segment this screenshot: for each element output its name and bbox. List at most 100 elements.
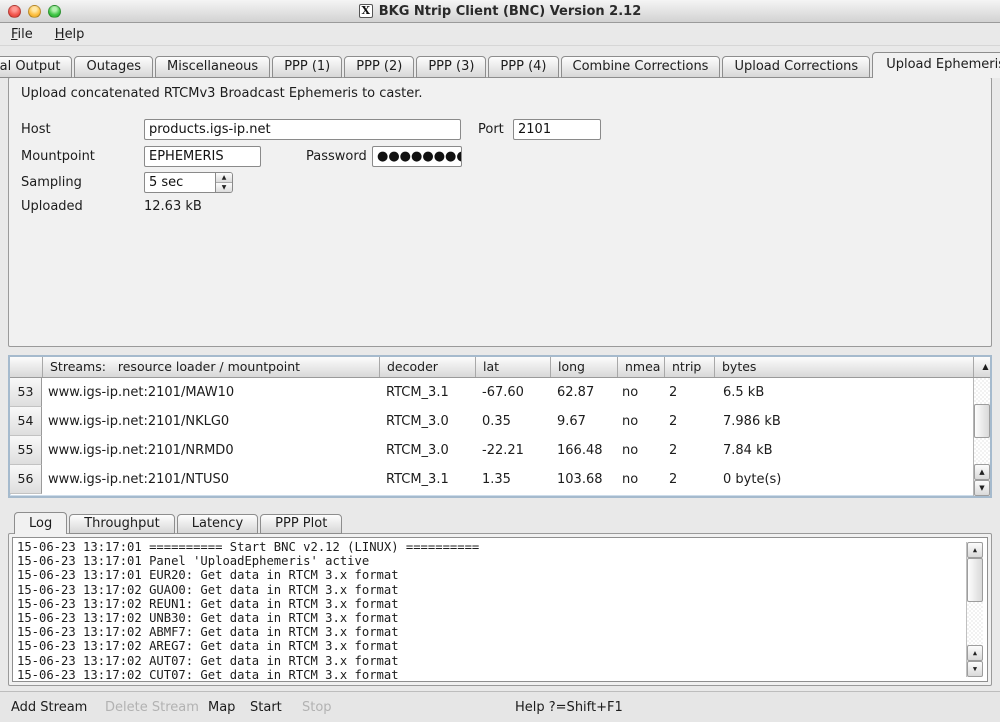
sampling-input[interactable] bbox=[144, 172, 216, 193]
cell-lat[interactable]: 1.35 bbox=[475, 472, 550, 487]
scrollbar-thumb[interactable] bbox=[974, 404, 990, 438]
menu-file[interactable]: File bbox=[11, 27, 33, 42]
log-line: 15-06-23 13:17:02 GUAO0: Get data in RTC… bbox=[17, 583, 987, 597]
log-output[interactable]: 15-06-23 13:17:01 ========== Start BNC v… bbox=[12, 537, 988, 682]
password-input[interactable]: ●●●●●●●● bbox=[372, 146, 462, 167]
cell-mountpoint[interactable]: www.igs-ip.net:2101/NRMD0 bbox=[42, 443, 379, 458]
tab-ppp-plot[interactable]: PPP Plot bbox=[260, 514, 342, 534]
header-streams[interactable]: Streams: resource loader / mountpoint bbox=[42, 357, 379, 377]
cell-mountpoint[interactable]: www.igs-ip.net:2101/NKLG0 bbox=[42, 414, 379, 429]
cell-bytes[interactable]: 0 byte(s) bbox=[714, 472, 990, 487]
tab-ppp-1[interactable]: PPP (1) bbox=[272, 56, 342, 78]
log-line: 15-06-23 13:17:02 AREG7: Get data in RTC… bbox=[17, 639, 987, 653]
spin-up-icon[interactable]: ▲ bbox=[216, 173, 232, 183]
cell-decoder[interactable]: RTCM_3.0 bbox=[379, 443, 475, 458]
table-row: 56 www.igs-ip.net:2101/NTUS0 RTCM_3.1 1.… bbox=[10, 465, 990, 494]
row-number[interactable]: 54 bbox=[10, 407, 42, 436]
cell-lat[interactable]: -67.60 bbox=[475, 385, 550, 400]
window-title: BKG Ntrip Client (BNC) Version 2.12 bbox=[379, 4, 642, 19]
header-decoder[interactable]: decoder bbox=[379, 357, 475, 377]
tab-miscellaneous[interactable]: Miscellaneous bbox=[155, 56, 270, 78]
scroll-down-icon[interactable]: ▼ bbox=[974, 480, 990, 496]
map-button[interactable]: Map bbox=[208, 700, 235, 715]
tab-upload-corrections[interactable]: Upload Corrections bbox=[722, 56, 870, 78]
host-input[interactable] bbox=[144, 119, 461, 140]
close-button[interactable] bbox=[8, 5, 21, 18]
scroll-up-icon[interactable]: ▲ bbox=[967, 542, 983, 558]
scrollbar-thumb[interactable] bbox=[967, 558, 983, 602]
tab-combine-corrections[interactable]: Combine Corrections bbox=[561, 56, 721, 78]
minimize-button[interactable] bbox=[28, 5, 41, 18]
window-titlebar: X BKG Ntrip Client (BNC) Version 2.12 bbox=[0, 0, 1000, 23]
header-bytes[interactable]: bytes bbox=[714, 357, 973, 377]
tab-ppp-3[interactable]: PPP (3) bbox=[416, 56, 486, 78]
tab-ppp-4[interactable]: PPP (4) bbox=[488, 56, 558, 78]
cell-ntrip[interactable]: 2 bbox=[664, 472, 714, 487]
cell-ntrip[interactable]: 2 bbox=[664, 443, 714, 458]
cell-lat[interactable]: -22.21 bbox=[475, 443, 550, 458]
log-line: 15-06-23 13:17:01 EUR20: Get data in RTC… bbox=[17, 568, 987, 582]
cell-long[interactable]: 103.68 bbox=[550, 472, 617, 487]
cell-long[interactable]: 62.87 bbox=[550, 385, 617, 400]
menu-help[interactable]: Help bbox=[55, 27, 85, 42]
header-lat[interactable]: lat bbox=[475, 357, 550, 377]
cell-nmea[interactable]: no bbox=[617, 443, 664, 458]
scroll-up-icon[interactable]: ▲ bbox=[967, 645, 983, 661]
header-nmea[interactable]: nmea bbox=[617, 357, 664, 377]
cell-bytes[interactable]: 7.986 kB bbox=[714, 414, 990, 429]
cell-decoder[interactable]: RTCM_3.1 bbox=[379, 385, 475, 400]
password-label: Password bbox=[306, 149, 367, 164]
mountpoint-input[interactable] bbox=[144, 146, 261, 167]
panel-description: Upload concatenated RTCMv3 Broadcast Eph… bbox=[21, 86, 423, 101]
tab-ppp-2[interactable]: PPP (2) bbox=[344, 56, 414, 78]
log-vertical-scrollbar[interactable]: ▲ ▲ ▼ bbox=[966, 542, 983, 677]
header-long[interactable]: long bbox=[550, 357, 617, 377]
cell-bytes[interactable]: 6.5 kB bbox=[714, 385, 990, 400]
cell-nmea[interactable]: no bbox=[617, 414, 664, 429]
log-line: 15-06-23 13:17:01 Panel 'UploadEphemeris… bbox=[17, 554, 987, 568]
cell-ntrip[interactable]: 2 bbox=[664, 414, 714, 429]
upload-ephemeris-panel: Upload concatenated RTCMv3 Broadcast Eph… bbox=[8, 77, 992, 347]
table-vertical-scrollbar[interactable]: ▲ ▼ bbox=[973, 378, 990, 496]
delete-stream-button[interactable]: Delete Stream bbox=[105, 700, 199, 715]
scroll-up-icon[interactable]: ▲ bbox=[974, 464, 990, 480]
start-button[interactable]: Start bbox=[250, 700, 282, 715]
mountpoint-label: Mountpoint bbox=[21, 149, 95, 164]
cell-long[interactable]: 166.48 bbox=[550, 443, 617, 458]
cell-long[interactable]: 9.67 bbox=[550, 414, 617, 429]
cell-mountpoint[interactable]: www.igs-ip.net:2101/MAW10 bbox=[42, 385, 379, 400]
port-input[interactable] bbox=[513, 119, 601, 140]
cell-ntrip[interactable]: 2 bbox=[664, 385, 714, 400]
help-shortcut-label: Help ?=Shift+F1 bbox=[515, 700, 623, 715]
table-row: 53 www.igs-ip.net:2101/MAW10 RTCM_3.1 -6… bbox=[10, 378, 990, 407]
row-number[interactable]: 55 bbox=[10, 436, 42, 465]
add-stream-button[interactable]: Add Stream bbox=[11, 700, 87, 715]
port-label: Port bbox=[478, 122, 504, 137]
stop-button[interactable]: Stop bbox=[302, 700, 332, 715]
tab-latency[interactable]: Latency bbox=[177, 514, 258, 534]
cell-nmea[interactable]: no bbox=[617, 472, 664, 487]
row-number[interactable]: 53 bbox=[10, 378, 42, 407]
cell-mountpoint[interactable]: www.igs-ip.net:2101/NTUS0 bbox=[42, 472, 379, 487]
cell-bytes[interactable]: 7.84 kB bbox=[714, 443, 990, 458]
top-tabbar: ial Output Outages Miscellaneous PPP (1)… bbox=[0, 52, 1000, 78]
cell-decoder[interactable]: RTCM_3.1 bbox=[379, 472, 475, 487]
tab-throughput[interactable]: Throughput bbox=[69, 514, 175, 534]
header-ntrip[interactable]: ntrip bbox=[664, 357, 714, 377]
sampling-label: Sampling bbox=[21, 175, 82, 190]
tab-outages[interactable]: Outages bbox=[74, 56, 153, 78]
log-frame: 15-06-23 13:17:01 ========== Start BNC v… bbox=[8, 533, 992, 686]
cell-lat[interactable]: 0.35 bbox=[475, 414, 550, 429]
spin-down-icon[interactable]: ▼ bbox=[216, 183, 232, 192]
cell-nmea[interactable]: no bbox=[617, 385, 664, 400]
tab-serial-output[interactable]: ial Output bbox=[0, 56, 72, 78]
zoom-button[interactable] bbox=[48, 5, 61, 18]
tab-log[interactable]: Log bbox=[14, 512, 67, 534]
tab-upload-ephemeris[interactable]: Upload Ephemeris bbox=[872, 52, 1000, 78]
x11-app-icon: X bbox=[359, 4, 373, 18]
cell-decoder[interactable]: RTCM_3.0 bbox=[379, 414, 475, 429]
row-number[interactable]: 56 bbox=[10, 465, 42, 494]
scroll-down-icon[interactable]: ▼ bbox=[967, 661, 983, 677]
table-scroll-up-icon[interactable]: ▲ bbox=[973, 357, 990, 377]
streams-table: Streams: resource loader / mountpoint de… bbox=[8, 355, 992, 498]
